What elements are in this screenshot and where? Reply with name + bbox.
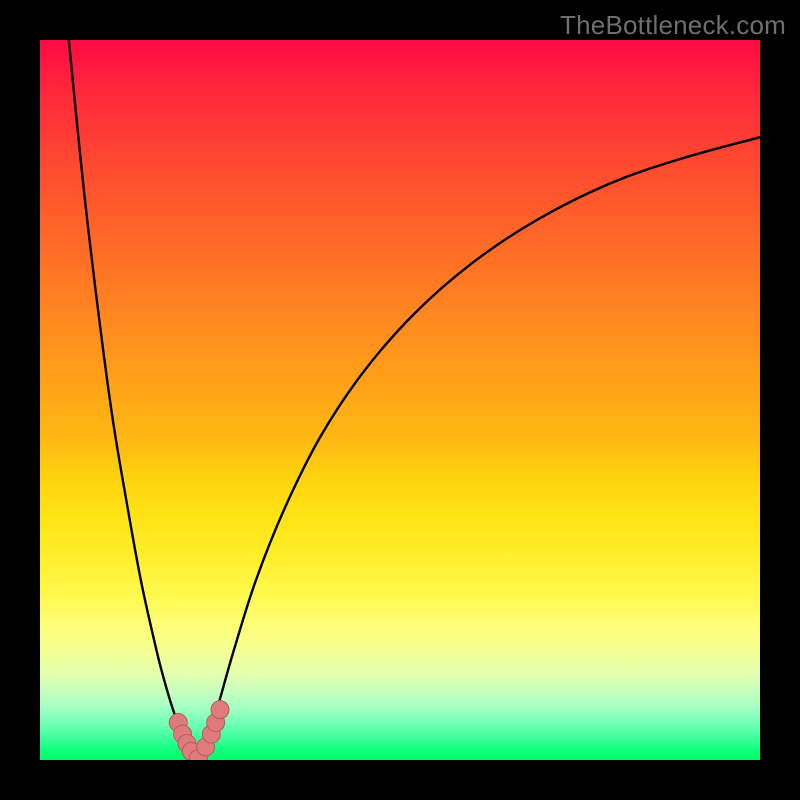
watermark-text: TheBottleneck.com — [560, 10, 786, 41]
bottleneck-curve-svg — [40, 40, 760, 760]
chart-frame: TheBottleneck.com — [0, 0, 800, 800]
highlight-dots-group — [169, 701, 229, 760]
curve-left-branch — [69, 40, 199, 760]
plot-area — [40, 40, 760, 760]
curve-right-branch — [198, 137, 760, 760]
highlight-dot — [211, 701, 229, 719]
curve-group — [69, 40, 760, 760]
